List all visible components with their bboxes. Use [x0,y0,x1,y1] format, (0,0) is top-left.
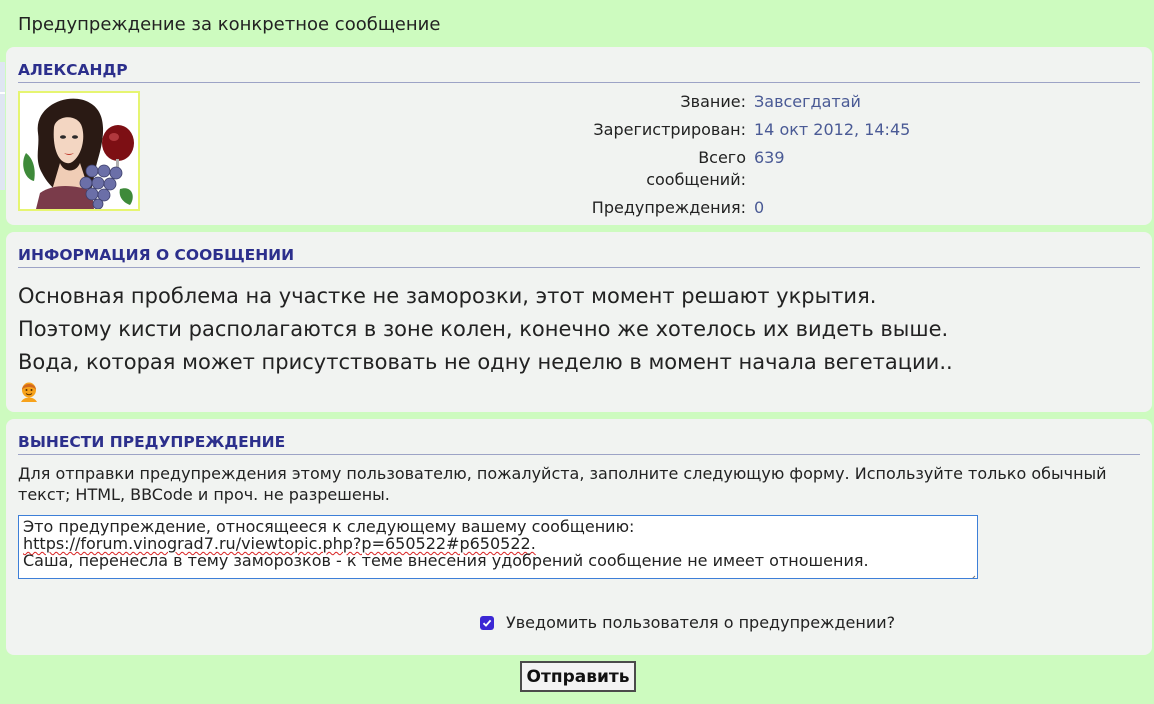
notify-user-row[interactable]: Уведомить пользователя о предупреждении? [480,613,895,632]
warnings-label: Предупреждения: [591,198,746,217]
page-title: Предупреждение за конкретное сообщение [18,14,441,35]
left-edge-strip [0,62,5,190]
resize-grip-icon[interactable] [968,569,976,578]
rank-value: Завсегдатай [754,92,861,111]
registered-value: 14 окт 2012, 14:45 [754,120,911,139]
warnings-value: 0 [754,198,765,217]
message-info-title: ИНФОРМАЦИЯ О СООБЩЕНИИ [18,246,1140,268]
message-line: Основная проблема на участке не заморозк… [18,284,877,308]
profile-row-warnings: Предупреждения: 0 [586,197,910,219]
notify-user-checkbox[interactable] [480,615,494,630]
warn-title: ВЫНЕСТИ ПРЕДУПРЕЖДЕНИЕ [18,433,1140,455]
submit-button[interactable]: Отправить [520,661,636,692]
posts-value: 639 [754,148,785,167]
warn-description: Для отправки предупреждения этому пользо… [18,464,1107,504]
user-avatar[interactable] [18,91,140,211]
textarea-line-3: Саша, перенесла в тему заморозков - к те… [23,551,869,570]
posts-label: Всего сообщений: [646,148,746,189]
registered-label: Зарегистрирован: [593,120,746,139]
warning-message-textarea[interactable]: Это предупреждение, относящееся к следую… [18,515,978,579]
rank-label: Звание: [680,92,746,111]
check-icon [482,619,492,627]
notify-user-label[interactable]: Уведомить пользователя о предупреждении? [506,613,895,632]
message-line: Поэтому кисти располагаются в зоне колен… [18,317,949,341]
message-info-panel: ИНФОРМАЦИЯ О СООБЩЕНИИ Основная проблема… [6,232,1152,412]
username-heading[interactable]: АЛЕКСАНДР [18,61,1140,83]
smiley-icon [18,380,40,404]
profile-row-rank: Звание: Завсегдатай [586,91,910,113]
message-line: Вода, которая может присутствовать не од… [18,350,953,374]
avatar-illustration [20,93,138,209]
warn-panel: ВЫНЕСТИ ПРЕДУПРЕЖДЕНИЕ Для отправки пред… [6,419,1152,655]
profile-row-registered: Зарегистрирован: 14 окт 2012, 14:45 [586,119,910,141]
profile-row-posts: Всего сообщений: 639 [586,147,910,191]
message-body: Основная проблема на участке не заморозк… [18,280,953,379]
profile-details: Звание: Завсегдатай Зарегистрирован: 14 … [586,91,911,225]
user-panel: АЛЕКСАНДР Звание: Завсегдатай Зарегистри… [6,47,1152,225]
